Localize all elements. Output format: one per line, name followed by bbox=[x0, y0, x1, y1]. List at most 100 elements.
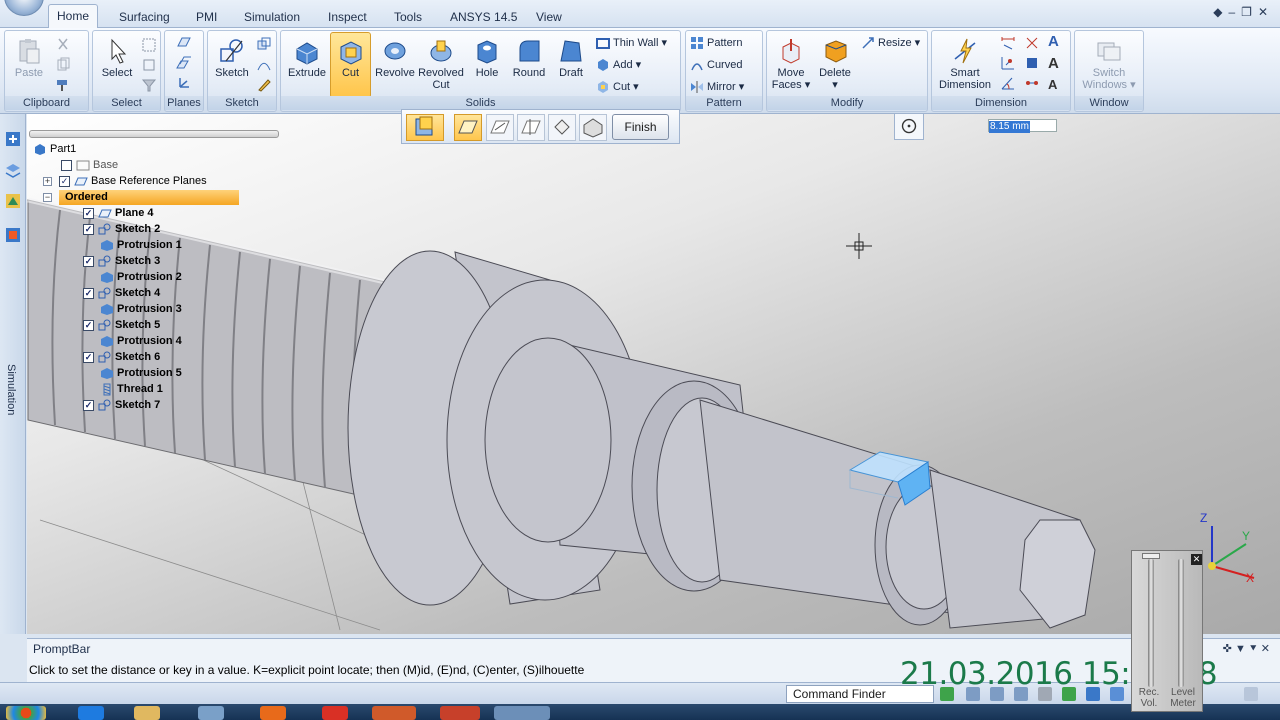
start-button-icon[interactable] bbox=[6, 706, 46, 720]
smart-dimension-button[interactable]: Smart Dimension bbox=[934, 37, 996, 91]
dropdown-icon[interactable]: ▼ bbox=[1235, 643, 1246, 655]
project-icon[interactable] bbox=[256, 37, 272, 53]
visibility-checkbox[interactable]: ✓ bbox=[83, 319, 94, 331]
window-controls[interactable]: ◆–❐✕ bbox=[1213, 5, 1274, 19]
tree-item-sketch-3[interactable]: ✓ Sketch 3 bbox=[83, 254, 160, 269]
solid-edge-taskbar-icon[interactable] bbox=[494, 706, 550, 720]
select-filter-icon[interactable] bbox=[141, 77, 157, 93]
copy-icon[interactable] bbox=[55, 57, 71, 73]
parallel-plane-icon[interactable] bbox=[176, 55, 192, 71]
tree-item-base-reference-planes[interactable]: + ✓ Base Reference Planes bbox=[43, 174, 207, 189]
extrude-button[interactable]: Extrude bbox=[285, 37, 329, 79]
symmetric-icon[interactable] bbox=[1024, 75, 1040, 91]
distance-between-icon[interactable] bbox=[1000, 35, 1016, 51]
finish-button[interactable]: Finish bbox=[612, 114, 669, 140]
plane-step-button[interactable] bbox=[454, 114, 482, 141]
help-icon[interactable]: ◆ bbox=[1213, 5, 1228, 19]
add-button[interactable]: Add ▾ bbox=[596, 57, 641, 73]
application-menu-button[interactable] bbox=[4, 0, 44, 16]
tab-tools[interactable]: Tools bbox=[386, 6, 430, 28]
tree-item-plane-4[interactable]: ✓ Plane 4 bbox=[83, 206, 154, 221]
visibility-checkbox[interactable]: ✓ bbox=[83, 255, 94, 267]
tree-item-sketch-7[interactable]: ✓ Sketch 7 bbox=[83, 398, 160, 413]
visibility-checkbox[interactable]: ✓ bbox=[83, 223, 94, 235]
tab-home[interactable]: Home bbox=[48, 4, 99, 29]
switch-windows-button[interactable]: Switch Windows ▾ bbox=[1077, 37, 1141, 91]
thin-wall-button[interactable]: Thin Wall ▾ bbox=[596, 35, 667, 51]
visibility-checkbox[interactable]: ✓ bbox=[59, 175, 70, 187]
powerpoint-icon[interactable] bbox=[372, 706, 416, 720]
close-icon[interactable]: ✕ bbox=[1191, 554, 1202, 565]
angle-dimension-icon[interactable] bbox=[1000, 75, 1016, 91]
draft-button[interactable]: Draft bbox=[551, 37, 591, 79]
tab-view[interactable]: View bbox=[528, 6, 570, 28]
chrome-icon[interactable] bbox=[322, 706, 348, 720]
constraint-icon[interactable] bbox=[1024, 55, 1040, 71]
visibility-checkbox[interactable]: ✓ bbox=[83, 207, 94, 219]
round-button[interactable]: Round bbox=[509, 37, 549, 79]
ie-icon[interactable] bbox=[78, 706, 104, 720]
tree-item-ordered[interactable]: − Ordered bbox=[43, 190, 243, 205]
text-style-icon[interactable]: A bbox=[1048, 55, 1064, 72]
sketch-view-icon[interactable] bbox=[1244, 687, 1258, 701]
rec-vol-slider[interactable] bbox=[1148, 559, 1154, 687]
explorer-icon[interactable] bbox=[134, 706, 160, 720]
cut-small-button[interactable]: Cut ▾ bbox=[596, 79, 639, 95]
expand-icon[interactable]: + bbox=[43, 176, 52, 186]
pathfinder-icon[interactable] bbox=[4, 130, 22, 148]
tab-ansys[interactable]: ANSYS 14.5 bbox=[442, 6, 525, 28]
cut-button[interactable]: Cut bbox=[330, 32, 371, 98]
pathfinder-splitter[interactable] bbox=[29, 130, 279, 138]
tree-item-protrusion-3[interactable]: Protrusion 3 bbox=[100, 302, 182, 317]
collapse-icon[interactable]: − bbox=[43, 192, 52, 202]
annotation-text-icon[interactable]: A bbox=[1048, 33, 1064, 50]
coordinate-system-icon[interactable] bbox=[176, 75, 192, 91]
cut-scissors-icon[interactable] bbox=[55, 37, 71, 53]
sketch-button[interactable]: Sketch bbox=[212, 37, 252, 79]
tree-root[interactable]: Part1 bbox=[33, 142, 76, 157]
tree-item-protrusion-1[interactable]: Protrusion 1 bbox=[100, 238, 182, 253]
tab-inspect[interactable]: Inspect bbox=[320, 6, 375, 28]
coordinate-dimension-icon[interactable] bbox=[1000, 55, 1016, 71]
tree-item-base[interactable]: Base bbox=[61, 158, 118, 173]
select-button[interactable]: Select bbox=[97, 37, 137, 79]
feature-library-icon[interactable] bbox=[4, 192, 22, 210]
pin-icon[interactable]: ✜ bbox=[1223, 643, 1232, 655]
simulation-icon[interactable] bbox=[4, 226, 22, 244]
rec-vol-thumb[interactable] bbox=[1142, 553, 1160, 559]
tree-item-sketch-5[interactable]: ✓ Sketch 5 bbox=[83, 318, 160, 333]
delete-button[interactable]: Delete ▾ bbox=[815, 37, 855, 91]
pencil-icon[interactable] bbox=[256, 77, 272, 93]
revolved-cut-button[interactable]: Revolved Cut bbox=[418, 37, 464, 91]
tab-simulation[interactable]: Simulation bbox=[236, 6, 308, 28]
close-icon[interactable]: ✕ bbox=[1261, 643, 1270, 655]
snap-button[interactable] bbox=[894, 113, 924, 140]
move-faces-button[interactable]: Move Faces ▾ bbox=[771, 37, 811, 91]
treatment-step-button[interactable] bbox=[579, 114, 607, 141]
simulation-tab-label[interactable]: Simulation bbox=[5, 364, 17, 415]
close-icon[interactable]: ✕ bbox=[1258, 5, 1274, 19]
format-painter-icon[interactable] bbox=[55, 77, 71, 93]
prompt-bar-controls[interactable]: ✜ ▼ ⯆ ✕ bbox=[1223, 642, 1270, 656]
hole-button[interactable]: Hole bbox=[467, 37, 507, 79]
tree-item-sketch-4[interactable]: ✓ Sketch 4 bbox=[83, 286, 160, 301]
tree-item-protrusion-5[interactable]: Protrusion 5 bbox=[100, 366, 182, 381]
paste-button[interactable]: Paste bbox=[11, 37, 47, 79]
extent-step-button[interactable] bbox=[548, 114, 576, 141]
media-icon[interactable] bbox=[198, 706, 224, 720]
firefox-icon[interactable] bbox=[260, 706, 286, 720]
tree-item-sketch-6[interactable]: ✓ Sketch 6 bbox=[83, 350, 160, 365]
relate-icon[interactable] bbox=[1024, 35, 1040, 51]
tree-item-thread-1[interactable]: Thread 1 bbox=[100, 382, 163, 397]
mirror-button[interactable]: Mirror ▾ bbox=[690, 79, 744, 95]
tree-item-protrusion-2[interactable]: Protrusion 2 bbox=[100, 270, 182, 285]
tab-pmi[interactable]: PMI bbox=[188, 6, 225, 28]
restore-icon[interactable]: ❐ bbox=[1241, 5, 1258, 19]
select-box-icon[interactable] bbox=[141, 37, 157, 53]
text-format-icon[interactable]: A bbox=[1048, 77, 1064, 93]
tab-surfacing[interactable]: Surfacing bbox=[111, 6, 178, 28]
app-icon[interactable] bbox=[440, 706, 480, 720]
curved-pattern-button[interactable]: Curved bbox=[690, 57, 742, 73]
visibility-checkbox[interactable]: ✓ bbox=[83, 287, 94, 299]
side-step-button[interactable] bbox=[517, 114, 545, 141]
